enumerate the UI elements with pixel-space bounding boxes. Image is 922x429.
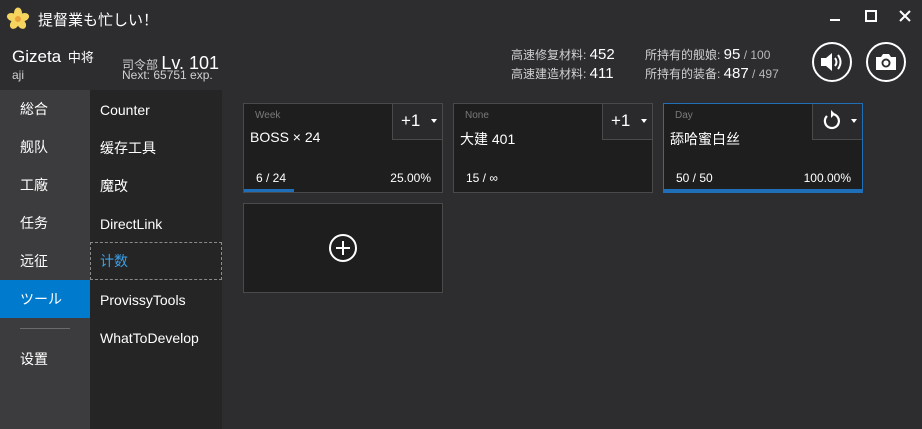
counter-name: BOSS × 24 xyxy=(250,129,321,145)
counter-percent: 25.00% xyxy=(390,171,431,185)
nav-item-fleet[interactable]: 舰队 xyxy=(0,128,90,166)
admiral-name: Gizeta 中将 xyxy=(12,47,94,67)
ship-count: 所持有的舰娘: 95 / 100 xyxy=(645,46,770,63)
dropdown-caret-icon[interactable] xyxy=(431,119,437,123)
reset-button[interactable] xyxy=(812,104,862,140)
admiral-comment: aji xyxy=(12,68,25,82)
increment-label: +1 xyxy=(611,111,631,130)
screenshot-button[interactable] xyxy=(866,42,906,82)
counter-name: 舔哈蜜白丝 xyxy=(670,131,740,147)
tool-item-whattodevelop[interactable]: WhatToDevelop xyxy=(90,319,222,357)
nav-item-arsenal[interactable]: 工廠 xyxy=(0,166,90,204)
equip-max: 497 xyxy=(758,67,779,81)
nav-item-tools[interactable]: ツール xyxy=(0,280,90,318)
progress-bar xyxy=(244,189,442,192)
counter-card: Week BOSS × 24 +1 6 / 24 25.00% xyxy=(243,103,443,193)
counter-panel: Week BOSS × 24 +1 6 / 24 25.00% None 大建 … xyxy=(222,90,922,429)
counter-count: 50 / 50 xyxy=(676,171,713,185)
equip-sep: / xyxy=(748,67,759,81)
close-icon xyxy=(899,10,911,22)
equip-count: 所持有的装备: 487 / 497 xyxy=(645,65,779,82)
admiral-rank: 中将 xyxy=(67,50,94,65)
tool-item-counter[interactable]: Counter xyxy=(90,91,222,129)
dropdown-caret-icon[interactable] xyxy=(851,119,857,123)
tool-item-cache[interactable]: 缓存工具 xyxy=(90,129,222,167)
progress-fill xyxy=(244,189,294,192)
ships-label: 所持有的舰娘: xyxy=(645,48,724,62)
tool-item-mod[interactable]: 魔改 xyxy=(90,167,222,205)
flower-icon xyxy=(6,7,30,29)
speaker-icon xyxy=(821,53,842,71)
counter-name: 大建 401 xyxy=(460,131,516,147)
nav-item-settings[interactable]: 设置 xyxy=(0,340,90,378)
increment-label: +1 xyxy=(401,111,421,130)
minimize-icon xyxy=(830,19,840,21)
counter-type: Week xyxy=(255,110,281,121)
nav-item-expedition[interactable]: 远征 xyxy=(0,242,90,280)
reset-icon xyxy=(823,110,840,130)
app-title: 提督業も忙しい！ xyxy=(38,12,159,29)
build-label: 高速建造材料: xyxy=(511,67,590,81)
build-value: 411 xyxy=(589,65,614,82)
counter-percent: 100.00% xyxy=(803,171,851,185)
tools-nav: Counter 缓存工具 魔改 DirectLink 计数 ProvissyTo… xyxy=(90,90,222,429)
counter-card: None 大建 401 +1 15 / ∞ xyxy=(453,103,653,193)
counter-count: 6 / 24 xyxy=(256,171,287,185)
ships-max: 100 xyxy=(750,48,771,62)
next-exp: Next: 65751 exp. xyxy=(122,68,213,82)
progress-fill xyxy=(664,189,862,192)
plus-circle-icon xyxy=(329,234,357,262)
sound-button[interactable] xyxy=(812,42,852,82)
nav-divider xyxy=(20,328,70,329)
tool-item-directlink[interactable]: DirectLink xyxy=(90,205,222,243)
maximize-button[interactable] xyxy=(856,4,886,28)
minimize-button[interactable] xyxy=(820,4,850,28)
nav-item-quests[interactable]: 任务 xyxy=(0,204,90,242)
ships-value: 95 xyxy=(723,46,741,63)
repair-label: 高速修复材料: xyxy=(511,48,590,62)
close-button[interactable] xyxy=(890,4,920,28)
equip-value: 487 xyxy=(723,65,749,82)
admiral-name-text: Gizeta xyxy=(12,47,62,66)
nav-item-overview[interactable]: 総合 xyxy=(0,90,90,128)
repair-material: 高速修复材料: 452 xyxy=(511,46,615,63)
increment-button[interactable]: +1 xyxy=(602,104,652,140)
tool-item-count[interactable]: 计数 xyxy=(90,242,222,280)
camera-icon xyxy=(876,54,896,70)
tool-item-provissytools[interactable]: ProvissyTools xyxy=(90,281,222,319)
progress-bar xyxy=(454,189,652,192)
primary-nav: 総合 舰队 工廠 任务 远征 ツール 设置 xyxy=(0,90,90,429)
equip-label: 所持有的装备: xyxy=(645,67,724,81)
build-material: 高速建造材料: 411 xyxy=(511,65,614,82)
add-counter-button[interactable] xyxy=(243,203,443,293)
counter-count: 15 / ∞ xyxy=(466,171,498,185)
dropdown-caret-icon[interactable] xyxy=(641,119,647,123)
maximize-icon xyxy=(865,10,877,22)
title-bar[interactable]: 提督業も忙しい！ xyxy=(0,0,922,38)
repair-value: 452 xyxy=(589,46,615,63)
progress-bar xyxy=(664,189,862,192)
increment-button[interactable]: +1 xyxy=(392,104,442,140)
counter-card: Day 舔哈蜜白丝 50 / 50 100.00% xyxy=(663,103,863,193)
counter-type: None xyxy=(465,110,489,121)
ships-sep: / xyxy=(740,48,751,62)
counter-type: Day xyxy=(675,110,693,121)
